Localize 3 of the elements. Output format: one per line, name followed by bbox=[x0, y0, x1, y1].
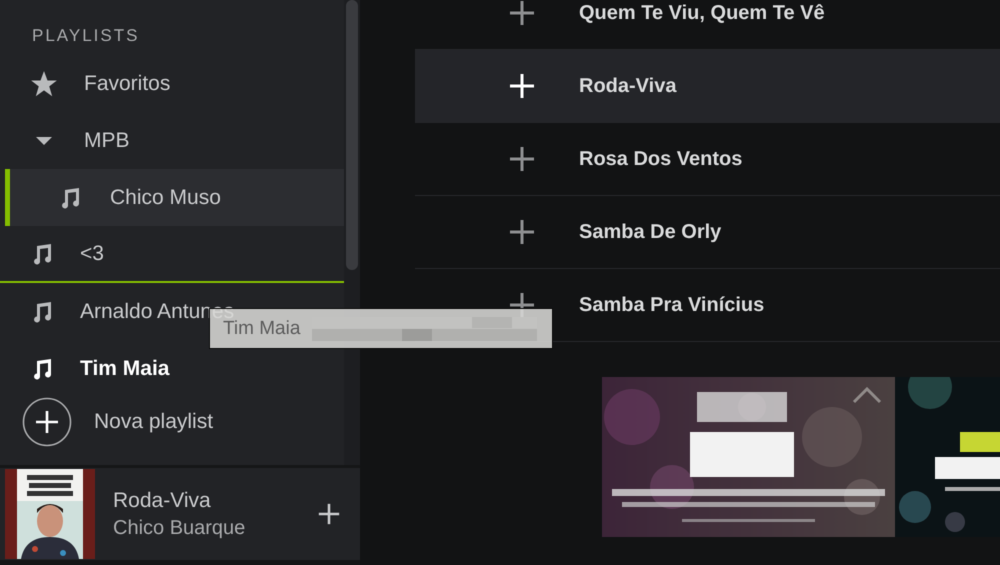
artist-name: Chico Buarque bbox=[113, 516, 246, 540]
section-heading: PLAYLISTS bbox=[31, 26, 140, 47]
track-title: Roda-Viva bbox=[113, 488, 212, 512]
